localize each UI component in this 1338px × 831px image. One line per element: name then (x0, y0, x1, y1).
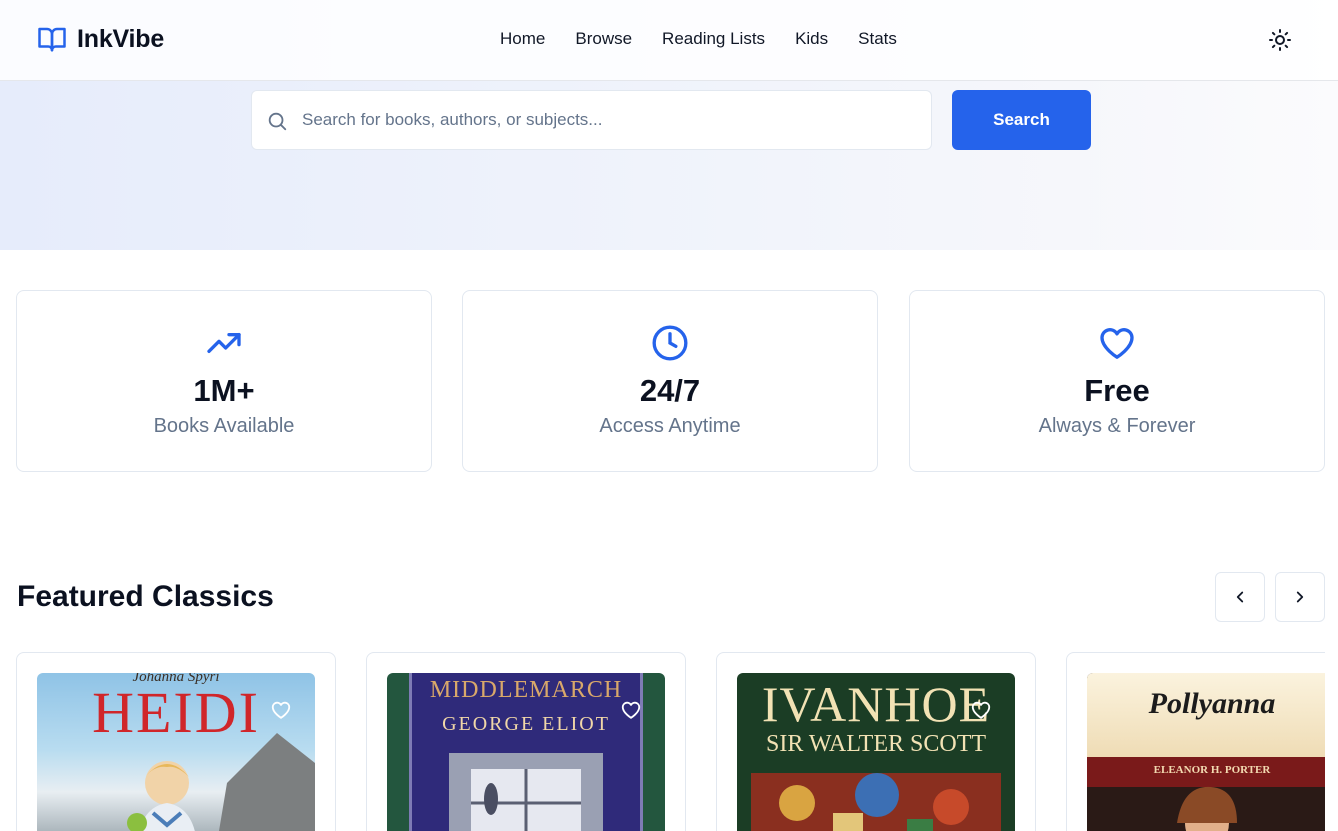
favorite-heart-icon[interactable] (620, 699, 642, 721)
open-book-icon (38, 27, 66, 52)
brand-name: InkVibe (77, 24, 165, 53)
favorite-heart-icon[interactable] (270, 699, 292, 721)
window-illustration (449, 753, 603, 831)
nav-home[interactable]: Home (500, 29, 545, 49)
search-icon (268, 112, 287, 131)
main-nav: Home Browse Reading Lists Kids Stats (500, 29, 897, 49)
trending-up-icon (207, 333, 241, 353)
search-button[interactable]: Search (952, 90, 1091, 150)
theme-toggle-button[interactable] (1268, 28, 1292, 52)
stat-value: Free (1084, 373, 1150, 408)
chevron-right-icon (1296, 591, 1304, 603)
brand-logo[interactable]: InkVibe (37, 24, 164, 54)
stat-label: Access Anytime (599, 415, 741, 437)
search-input[interactable] (302, 91, 922, 149)
chevron-left-icon (1236, 591, 1244, 603)
heart-icon (1100, 328, 1134, 359)
top-navbar: InkVibe Home Browse Reading Lists Kids S… (0, 0, 1338, 81)
carousel-prev-button[interactable] (1215, 572, 1265, 622)
sun-icon (1269, 29, 1291, 51)
search-box (251, 90, 932, 150)
stat-label: Always & Forever (1038, 415, 1196, 437)
viewport-edge (1325, 640, 1338, 831)
book-cover-image: Pollyanna ELEANOR H. PORTER (1087, 673, 1338, 831)
tapestry-illustration (751, 773, 1001, 831)
stat-card-free: Free Always & Forever (909, 290, 1325, 472)
nav-stats[interactable]: Stats (858, 29, 897, 49)
child-illustration (127, 733, 315, 831)
book-cover-image: MIDDLEMARCH GEORGE ELIOT (387, 673, 665, 831)
nav-reading-lists[interactable]: Reading Lists (662, 29, 765, 49)
stat-card-books: 1M+ Books Available (16, 290, 432, 472)
girl-illustration (1177, 786, 1237, 831)
book-cover-image: Johanna Spyri HEIDI (37, 673, 315, 831)
book-card[interactable]: IVANHOE SIR WALTER SCOTT (716, 652, 1036, 831)
book-cover-image: IVANHOE SIR WALTER SCOTT (737, 673, 1015, 831)
book-card[interactable]: MIDDLEMARCH GEORGE ELIOT (366, 652, 686, 831)
stat-label: Books Available (153, 415, 295, 437)
stat-card-access: 24/7 Access Anytime (462, 290, 878, 472)
book-card[interactable]: Johanna Spyri HEIDI (16, 652, 336, 831)
nav-kids[interactable]: Kids (795, 29, 828, 49)
nav-browse[interactable]: Browse (575, 29, 632, 49)
favorite-heart-icon[interactable] (970, 699, 992, 721)
stat-value: 24/7 (639, 373, 701, 408)
carousel-next-button[interactable] (1275, 572, 1325, 622)
book-card[interactable]: Pollyanna ELEANOR H. PORTER (1066, 652, 1338, 831)
stat-value: 1M+ (193, 373, 255, 408)
clock-icon (652, 325, 688, 361)
section-title-featured: Featured Classics (17, 580, 274, 613)
